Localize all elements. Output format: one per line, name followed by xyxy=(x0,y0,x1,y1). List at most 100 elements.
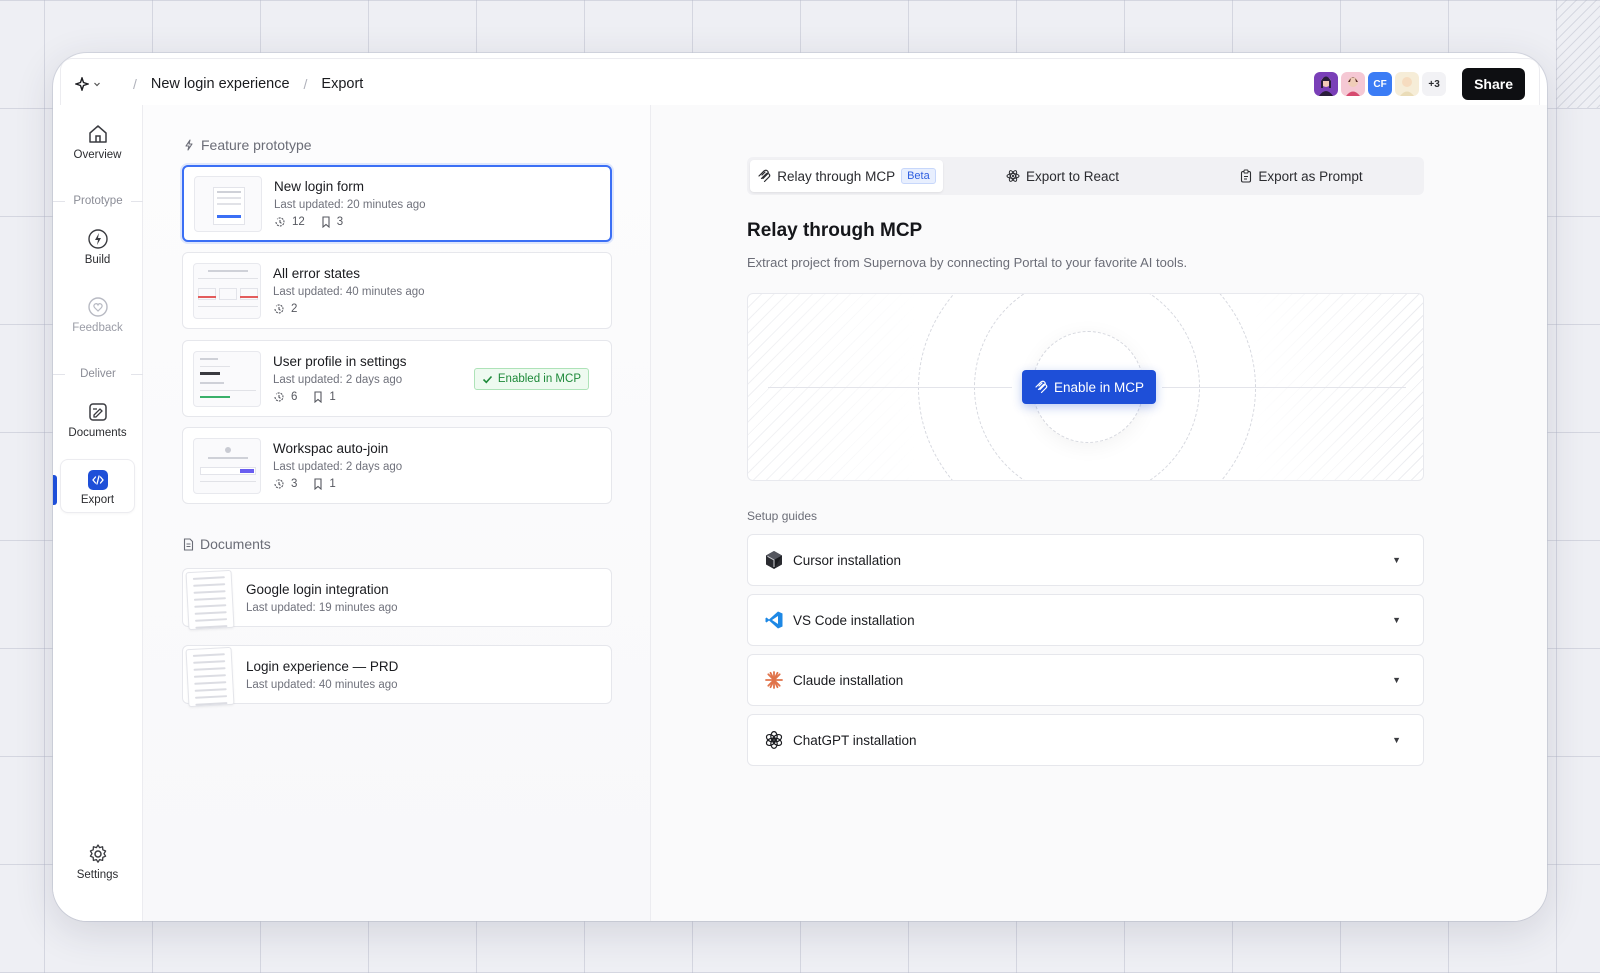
breadcrumb-project[interactable]: New login experience xyxy=(151,76,290,92)
guide-label: ChatGPT installation xyxy=(793,732,917,748)
active-indicator xyxy=(53,475,57,505)
nav-label: Overview xyxy=(73,149,122,161)
prototype-title: User profile in settings xyxy=(273,354,407,369)
history-icon xyxy=(274,479,284,489)
history-icon xyxy=(274,304,284,314)
tab-export-prompt[interactable]: Export as Prompt xyxy=(1182,160,1421,192)
tab-relay-mcp[interactable]: Relay through MCP Beta xyxy=(750,160,943,192)
nav-label: Settings xyxy=(76,869,119,881)
nav-item-overview[interactable]: Overview xyxy=(60,123,135,161)
export-tabs: Relay through MCP Beta Export to React E… xyxy=(747,157,1424,195)
code-icon xyxy=(87,470,108,490)
enabled-in-mcp-badge: Enabled in MCP xyxy=(473,368,589,390)
tab-label: Export to React xyxy=(1025,168,1120,184)
nav-label: Documents xyxy=(68,427,127,439)
prototype-title: All error states xyxy=(273,266,361,281)
guide-claude[interactable]: Claude installation ▼ xyxy=(747,654,1424,706)
prototype-card[interactable]: Workspac auto-join Last updated: 2 days … xyxy=(182,427,612,504)
prototype-updated: Last updated: 2 days ago xyxy=(273,461,403,473)
prototype-updated: Last updated: 40 minutes ago xyxy=(273,286,425,298)
document-icon xyxy=(183,537,194,551)
prototype-thumbnail xyxy=(193,437,261,494)
nav-item-feedback[interactable]: Feedback xyxy=(60,296,135,334)
guide-label: VS Code installation xyxy=(793,612,915,628)
prototype-card[interactable]: User profile in settings Last updated: 2… xyxy=(182,340,612,417)
workspace-switcher[interactable] xyxy=(75,77,101,91)
documents-heading: Documents xyxy=(183,536,271,552)
chevron-down-icon: ▼ xyxy=(1392,675,1401,685)
vscode-icon xyxy=(764,610,784,630)
guide-cursor[interactable]: Cursor installation ▼ xyxy=(747,534,1424,586)
more-collaborators-badge: +3 xyxy=(1422,72,1447,96)
bookmark-icon xyxy=(314,478,322,490)
enable-in-mcp-button[interactable]: Enable in MCP xyxy=(1022,370,1157,404)
bookmark-count: 1 xyxy=(313,391,336,403)
avatar: CF xyxy=(1368,72,1393,96)
sidebar-nav: Overview Prototype Build Feedback Delive… xyxy=(53,105,143,921)
mcp-icon xyxy=(758,169,771,183)
decorative-line xyxy=(768,387,1012,388)
home-icon xyxy=(88,125,107,143)
app-window: / New login experience / Export CF +3 Sh… xyxy=(53,53,1547,921)
breadcrumb-page[interactable]: Export xyxy=(321,76,363,92)
chatgpt-icon xyxy=(764,730,784,750)
revision-count-value: 6 xyxy=(291,391,298,403)
check-icon xyxy=(482,375,492,383)
avatar xyxy=(1314,72,1339,96)
decorative-line xyxy=(1162,387,1406,388)
cursor-icon xyxy=(764,550,784,570)
tab-export-react[interactable]: Export to React xyxy=(943,160,1182,192)
nav-group-prototype: Prototype xyxy=(53,195,143,207)
nav-item-build[interactable]: Build xyxy=(60,228,135,266)
section-title: Feature prototype xyxy=(201,137,312,153)
nav-item-documents[interactable]: Documents xyxy=(60,401,135,439)
claude-icon xyxy=(764,670,784,690)
beta-badge: Beta xyxy=(901,168,936,184)
bookmark-count-value: 3 xyxy=(336,216,344,228)
breadcrumb-separator: / xyxy=(133,76,137,92)
breadcrumb-separator: / xyxy=(303,76,308,92)
document-card[interactable]: Google login integration Last updated: 1… xyxy=(182,568,612,631)
gear-icon xyxy=(89,844,106,863)
chevron-down-icon xyxy=(94,82,100,87)
prototype-updated: Last updated: 2 days ago xyxy=(273,374,403,386)
prototype-card[interactable]: All error states Last updated: 40 minute… xyxy=(182,252,612,329)
avatar xyxy=(1395,72,1420,96)
prototype-thumbnail xyxy=(194,175,262,232)
document-thumbnail xyxy=(185,646,235,708)
document-card[interactable]: Login experience — PRD Last updated: 40 … xyxy=(182,645,612,708)
lightning-icon xyxy=(87,229,108,249)
guide-label: Cursor installation xyxy=(793,552,902,568)
prototype-title: Workspac auto-join xyxy=(273,441,389,456)
revision-count-value: 2 xyxy=(291,303,298,315)
document-title: Login experience — PRD xyxy=(246,658,399,674)
prototype-list-pane: Feature prototype New login form Last up… xyxy=(143,105,651,921)
top-bar: / New login experience / Export CF +3 Sh… xyxy=(60,58,1540,110)
revision-count-value: 3 xyxy=(291,478,298,490)
prototype-title: New login form xyxy=(274,179,365,194)
react-icon xyxy=(1006,170,1020,182)
share-button[interactable]: Share xyxy=(1462,68,1525,100)
revision-count: 2 xyxy=(273,303,297,315)
prototype-card[interactable]: New login form Last updated: 20 minutes … xyxy=(182,165,612,242)
supernova-logo-icon xyxy=(75,77,89,91)
guide-label: Claude installation xyxy=(793,672,904,688)
revision-count: 6 xyxy=(273,391,297,403)
avatar xyxy=(1341,72,1366,96)
nav-label: Feedback xyxy=(72,322,123,334)
nav-item-export[interactable]: Export xyxy=(60,459,135,513)
guide-vscode[interactable]: VS Code installation ▼ xyxy=(747,594,1424,646)
guide-chatgpt[interactable]: ChatGPT installation ▼ xyxy=(747,714,1424,766)
collaborator-avatars[interactable]: CF +3 xyxy=(1314,72,1447,96)
chevron-down-icon: ▼ xyxy=(1392,735,1401,745)
tab-label: Relay through MCP xyxy=(777,168,896,184)
nav-item-settings[interactable]: Settings xyxy=(60,843,135,881)
history-icon xyxy=(274,392,284,402)
heart-icon xyxy=(87,297,108,317)
prototype-thumbnail xyxy=(193,350,261,407)
background-hatch xyxy=(1556,0,1600,108)
prototype-updated: Last updated: 20 minutes ago xyxy=(274,199,426,211)
feature-prototype-heading: Feature prototype xyxy=(183,137,312,153)
mcp-hero-panel: Enable in MCP xyxy=(747,293,1424,481)
document-updated: Last updated: 40 minutes ago xyxy=(246,678,398,691)
